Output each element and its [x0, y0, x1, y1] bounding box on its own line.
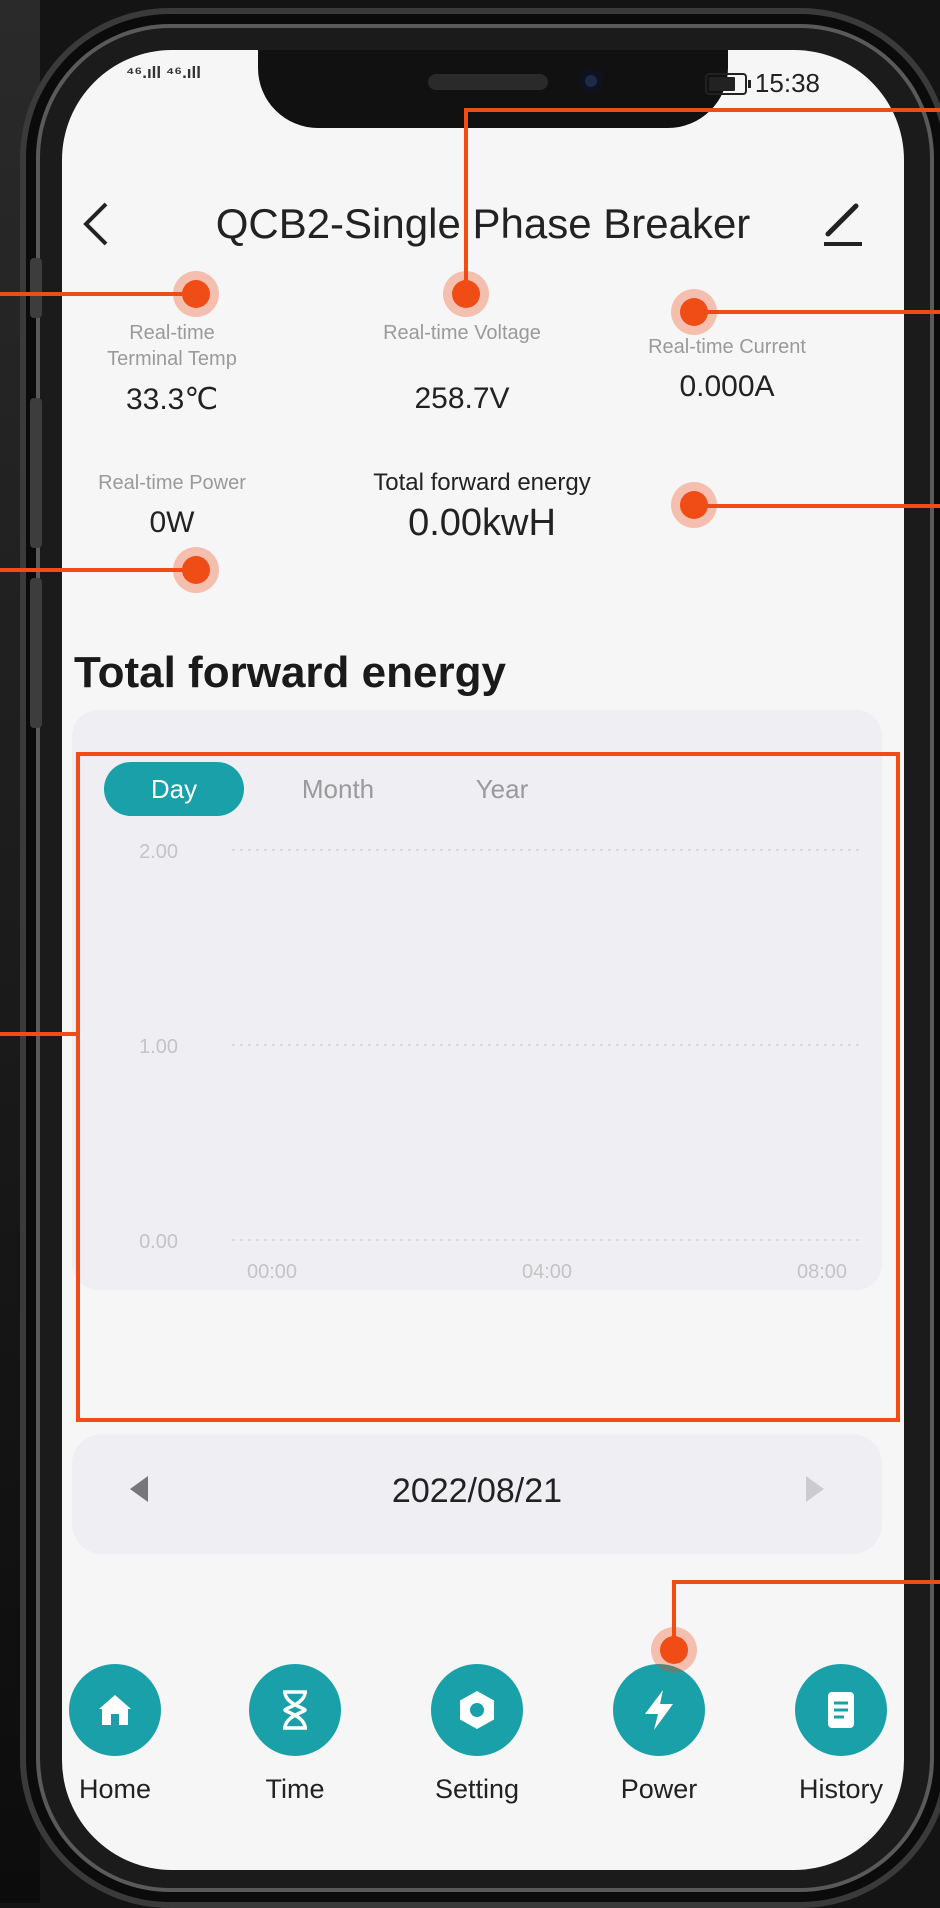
metric-forward-energy: Total forward energy 0.00kwH [332, 470, 632, 545]
nav-history[interactable]: History [766, 1664, 904, 1805]
status-right: 15:38 [704, 68, 820, 99]
app-header: QCB2-Single Phase Breaker [62, 150, 904, 250]
callout-line-temp [0, 292, 196, 296]
metric-voltage: Real-time Voltage 258.7V [342, 320, 582, 416]
callout-dot-power-nav [660, 1636, 688, 1664]
current-label: Real-time Current [648, 336, 806, 358]
power-label: Real-time Power [98, 472, 246, 494]
earpiece-speaker [428, 74, 548, 90]
setting-button-circle [431, 1664, 523, 1756]
lightning-icon [645, 1690, 673, 1730]
metric-power: Real-time Power 0W [82, 470, 262, 540]
nav-history-label: History [798, 1774, 883, 1804]
section-title: Total forward energy [74, 648, 506, 697]
nav-home[interactable]: Home [62, 1664, 190, 1805]
power-value: 0W [149, 506, 195, 539]
callout-line-power [0, 568, 196, 572]
nav-time-label: Time [265, 1774, 325, 1804]
forward-energy-label: Total forward energy [373, 469, 591, 496]
document-icon [828, 1692, 854, 1728]
callout-line-current [692, 310, 940, 314]
terminal-temp-label-line2: Terminal Temp [107, 348, 237, 370]
date-navigator: 2022/08/21 [72, 1434, 882, 1554]
callout-line-power-nav-h [672, 1580, 940, 1584]
power-button-circle [613, 1664, 705, 1756]
battery-icon [704, 72, 751, 95]
terminal-temp-value: 33.3℃ [125, 383, 219, 416]
home-icon [99, 1695, 131, 1725]
hourglass-icon [283, 1690, 307, 1730]
callout-dot-current [680, 298, 708, 326]
callout-line-chart [0, 1032, 76, 1036]
callout-line-energy [692, 504, 940, 508]
callout-dot-temp [182, 280, 210, 308]
signal-indicator: ⁴⁶.ıll ⁴⁶.ıll [126, 64, 201, 82]
page-title: QCB2-Single Phase Breaker [215, 200, 751, 247]
nav-home-label: Home [78, 1774, 152, 1804]
nav-setting-label: Setting [434, 1774, 520, 1804]
next-date-button[interactable] [806, 1476, 824, 1510]
callout-dot-voltage [452, 280, 480, 308]
metric-terminal-temp: Real-time Terminal Temp 33.3℃ [92, 320, 252, 417]
callout-line-voltage-h [464, 108, 940, 112]
nav-setting[interactable]: Setting [402, 1664, 552, 1805]
home-button-circle [69, 1664, 161, 1756]
metric-current: Real-time Current 0.000A [612, 334, 842, 404]
nav-time[interactable]: Time [220, 1664, 370, 1805]
pencil-icon [824, 203, 862, 246]
phone-volume-up [30, 398, 42, 548]
chart-highlight-box [76, 752, 900, 1422]
history-button-circle [795, 1664, 887, 1756]
front-camera [580, 70, 602, 92]
triangle-right-icon [806, 1476, 824, 1502]
current-date: 2022/08/21 [391, 1472, 563, 1510]
signal-text: ⁴⁶.ıll ⁴⁶.ıll [126, 63, 201, 82]
time-button-circle [249, 1664, 341, 1756]
phone-volume-down [30, 578, 42, 728]
callout-dot-power [182, 556, 210, 584]
edit-button[interactable] [820, 200, 866, 246]
terminal-temp-label-line1: Real-time [129, 322, 215, 344]
nav-power-label: Power [620, 1774, 698, 1804]
phone-mute-switch [30, 258, 42, 318]
nav-power[interactable]: Power [584, 1664, 734, 1805]
current-value: 0.000A [679, 370, 775, 403]
hex-nut-icon [460, 1691, 494, 1729]
callout-line-voltage-v [464, 108, 468, 294]
phone-notch [258, 50, 728, 128]
status-time: 15:38 [754, 68, 820, 98]
callout-dot-energy [680, 491, 708, 519]
voltage-value: 258.7V [414, 382, 510, 415]
voltage-label: Real-time Voltage [383, 322, 541, 344]
forward-energy-value: 0.00kwH [408, 502, 556, 544]
